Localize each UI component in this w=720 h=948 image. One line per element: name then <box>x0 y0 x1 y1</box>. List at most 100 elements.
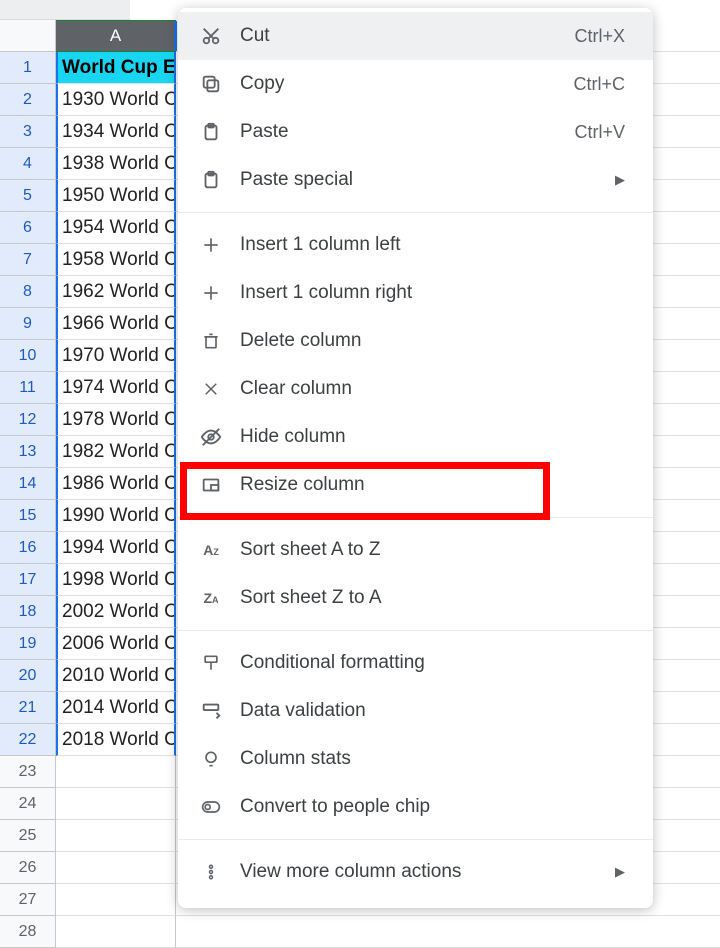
row-header[interactable]: 19 <box>0 628 56 660</box>
row-header[interactable]: 13 <box>0 436 56 468</box>
row-header[interactable]: 25 <box>0 820 56 852</box>
row-header[interactable]: 27 <box>0 884 56 916</box>
data-cell[interactable]: 2002 World Cup <box>56 596 176 628</box>
plus-icon <box>198 232 224 258</box>
data-cell[interactable] <box>56 884 176 916</box>
data-cell[interactable]: 1990 World Cup <box>56 500 176 532</box>
menu-sort-za[interactable]: ZA Sort sheet Z to A <box>178 574 653 622</box>
menu-paste-label: Paste <box>240 121 574 143</box>
data-cell[interactable]: 1970 World Cup <box>56 340 176 372</box>
row-header[interactable]: 7 <box>0 244 56 276</box>
row-header[interactable]: 15 <box>0 500 56 532</box>
row-header[interactable]: 2 <box>0 84 56 116</box>
row-header[interactable]: 20 <box>0 660 56 692</box>
copy-icon <box>198 71 224 97</box>
data-cell[interactable]: 1986 World Cup <box>56 468 176 500</box>
menu-paste-special[interactable]: Paste special ▶ <box>178 156 653 204</box>
menu-resize-column[interactable]: Resize column <box>178 461 653 509</box>
row-header[interactable]: 16 <box>0 532 56 564</box>
data-cell[interactable]: 1930 World Cup <box>56 84 176 116</box>
menu-conditional-formatting[interactable]: Conditional formatting <box>178 639 653 687</box>
row-header[interactable]: 6 <box>0 212 56 244</box>
menu-insert-left[interactable]: Insert 1 column left <box>178 221 653 269</box>
menu-cut[interactable]: Cut Ctrl+X <box>178 12 653 60</box>
row-header[interactable]: 9 <box>0 308 56 340</box>
data-cell[interactable]: 2014 World Cup <box>56 692 176 724</box>
data-cell[interactable]: 1998 World Cup <box>56 564 176 596</box>
menu-people-chip[interactable]: Convert to people chip <box>178 783 653 831</box>
data-cell[interactable]: 1962 World Cup <box>56 276 176 308</box>
menu-delete-column-label: Delete column <box>240 330 625 352</box>
row-header[interactable]: 18 <box>0 596 56 628</box>
menu-data-validation-label: Data validation <box>240 700 625 722</box>
data-cell[interactable]: 1978 World Cup <box>56 404 176 436</box>
lightbulb-icon <box>198 746 224 772</box>
row-header[interactable]: 5 <box>0 180 56 212</box>
menu-column-stats[interactable]: Column stats <box>178 735 653 783</box>
menu-insert-right[interactable]: Insert 1 column right <box>178 269 653 317</box>
row-header[interactable]: 11 <box>0 372 56 404</box>
data-cell[interactable] <box>56 756 176 788</box>
data-cell[interactable]: 2018 World Cup <box>56 724 176 756</box>
menu-copy-label: Copy <box>240 73 573 95</box>
eye-off-icon <box>198 424 224 450</box>
submenu-chevron-icon: ▶ <box>615 172 625 188</box>
data-cell[interactable] <box>56 852 176 884</box>
data-cell[interactable]: 1982 World Cup <box>56 436 176 468</box>
menu-separator <box>178 630 653 631</box>
row-header[interactable]: 21 <box>0 692 56 724</box>
menu-resize-column-label: Resize column <box>240 474 625 496</box>
data-cell[interactable]: 1950 World Cup <box>56 180 176 212</box>
data-cell[interactable]: 1934 World Cup <box>56 116 176 148</box>
menu-sort-za-label: Sort sheet Z to A <box>240 587 625 609</box>
data-cell[interactable]: 1938 World Cup <box>56 148 176 180</box>
select-all-corner[interactable] <box>0 20 56 52</box>
cut-icon <box>198 23 224 49</box>
data-cell[interactable]: 1954 World Cup <box>56 212 176 244</box>
data-cell[interactable]: 2006 World Cup <box>56 628 176 660</box>
row-header[interactable]: 3 <box>0 116 56 148</box>
menu-sort-az[interactable]: AZ Sort sheet A to Z <box>178 526 653 574</box>
data-cell[interactable] <box>56 788 176 820</box>
menu-paste-shortcut: Ctrl+V <box>574 122 625 143</box>
menu-copy[interactable]: Copy Ctrl+C <box>178 60 653 108</box>
menu-insert-right-label: Insert 1 column right <box>240 282 625 304</box>
data-cell[interactable]: 2010 World Cup <box>56 660 176 692</box>
row-header[interactable]: 23 <box>0 756 56 788</box>
header-cell[interactable]: World Cup Editions <box>56 52 176 84</box>
data-cell[interactable] <box>56 820 176 852</box>
row-header[interactable]: 22 <box>0 724 56 756</box>
data-cell[interactable]: 1974 World Cup <box>56 372 176 404</box>
cell-rest[interactable] <box>176 916 720 948</box>
data-cell[interactable] <box>56 916 176 948</box>
menu-separator <box>178 839 653 840</box>
menu-data-validation[interactable]: Data validation <box>178 687 653 735</box>
menu-people-chip-label: Convert to people chip <box>240 796 625 818</box>
menu-clear-column[interactable]: Clear column <box>178 365 653 413</box>
data-cell[interactable]: 1966 World Cup <box>56 308 176 340</box>
row: 28 <box>0 916 720 948</box>
row-header[interactable]: 17 <box>0 564 56 596</box>
data-cell[interactable]: 1994 World Cup <box>56 532 176 564</box>
menu-sort-az-label: Sort sheet A to Z <box>240 539 625 561</box>
row-header[interactable]: 4 <box>0 148 56 180</box>
menu-delete-column[interactable]: Delete column <box>178 317 653 365</box>
row-header[interactable]: 10 <box>0 340 56 372</box>
row-header[interactable]: 26 <box>0 852 56 884</box>
menu-column-stats-label: Column stats <box>240 748 625 770</box>
row-header[interactable]: 1 <box>0 52 56 84</box>
more-vert-icon <box>198 859 224 885</box>
menu-paste[interactable]: Paste Ctrl+V <box>178 108 653 156</box>
row-header[interactable]: 28 <box>0 916 56 948</box>
submenu-chevron-icon: ▶ <box>615 864 625 880</box>
row-header[interactable]: 12 <box>0 404 56 436</box>
row-header[interactable]: 14 <box>0 468 56 500</box>
sort-za-icon: ZA <box>198 585 224 611</box>
menu-hide-column[interactable]: Hide column <box>178 413 653 461</box>
row-header[interactable]: 24 <box>0 788 56 820</box>
menu-more-actions[interactable]: View more column actions ▶ <box>178 848 653 896</box>
column-header-A[interactable]: A <box>56 20 176 52</box>
menu-paste-special-label: Paste special <box>240 169 615 191</box>
data-cell[interactable]: 1958 World Cup <box>56 244 176 276</box>
row-header[interactable]: 8 <box>0 276 56 308</box>
